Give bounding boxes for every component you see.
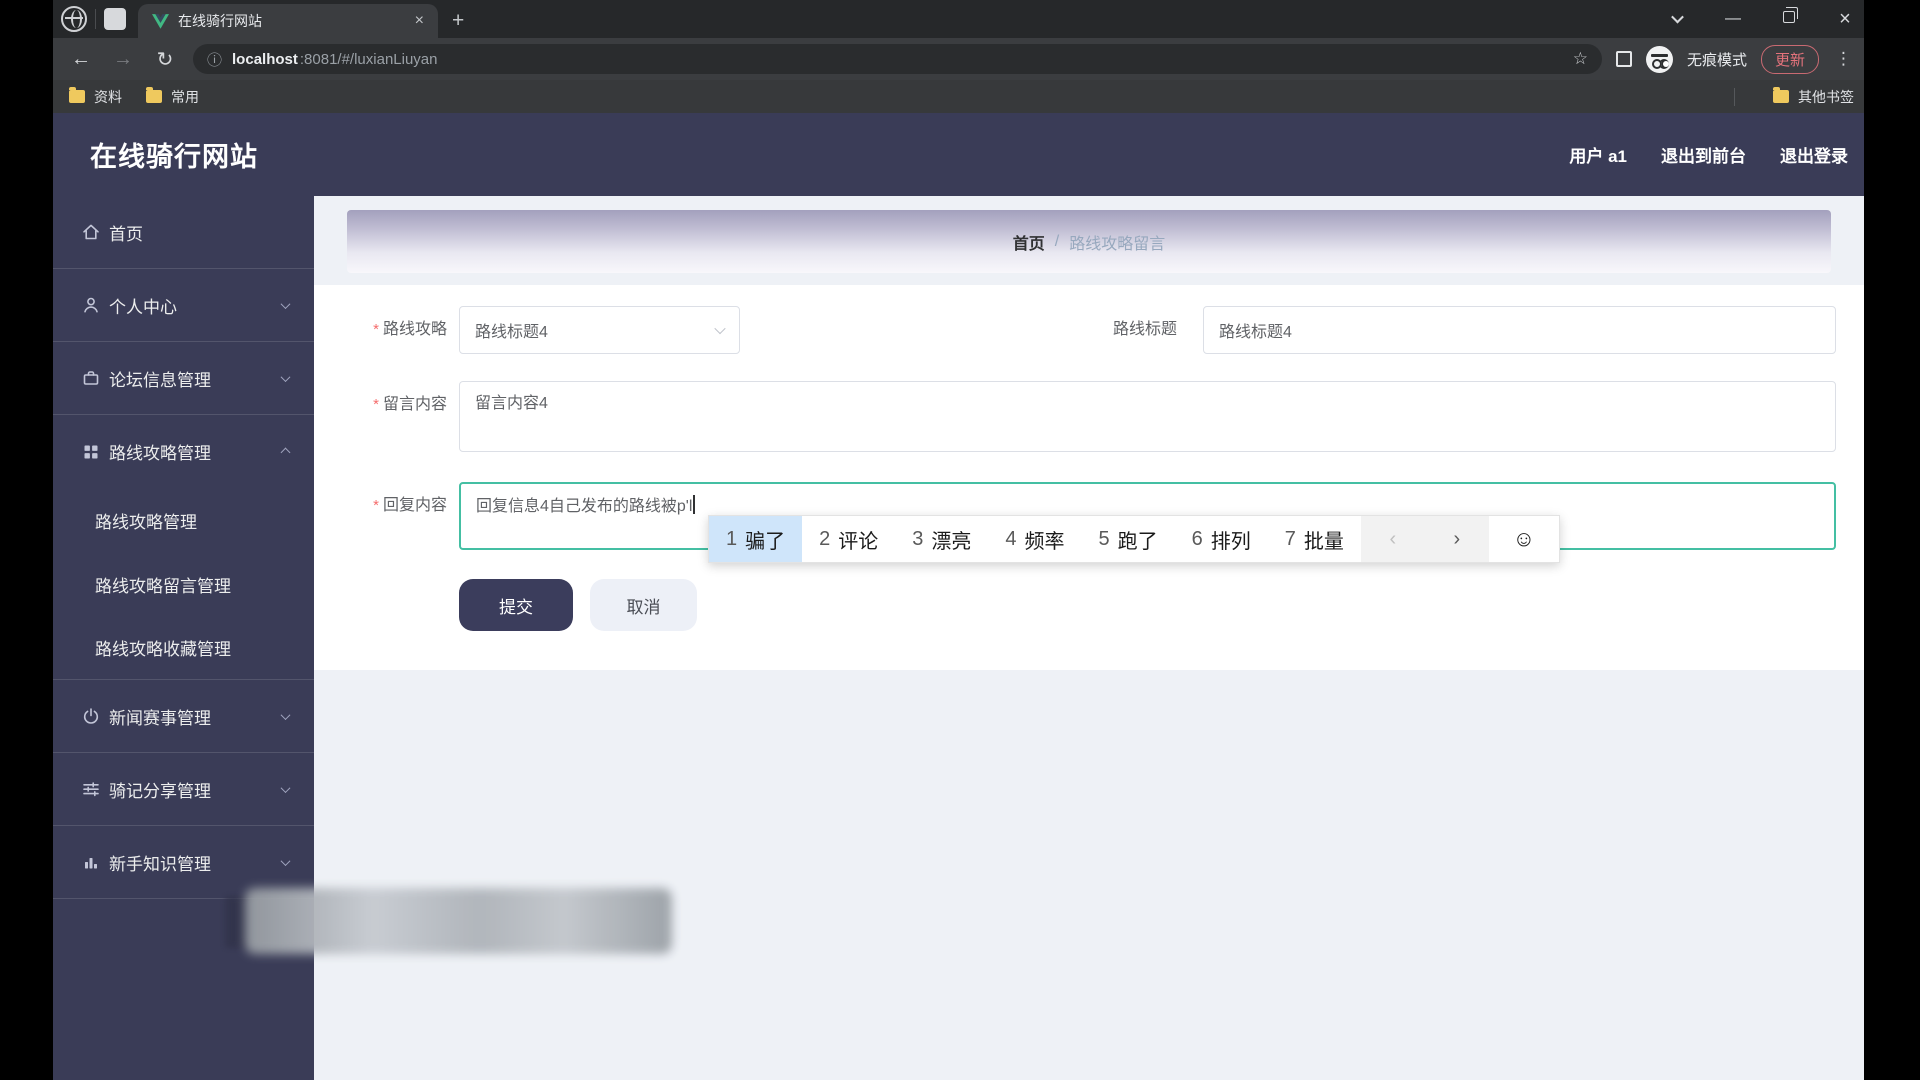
sidebar-subitem-route-message-manage[interactable]: 路线攻略留言管理 [53, 552, 314, 616]
other-bookmarks[interactable]: 其他书签 [1773, 87, 1854, 107]
chevron-down-icon [714, 323, 725, 334]
bar-chart-icon [82, 853, 100, 871]
tab-close-icon[interactable]: × [411, 13, 428, 29]
incognito-icon [1646, 46, 1673, 73]
header-exit-front-link[interactable]: 退出到前台 [1661, 142, 1746, 167]
ime-candidate[interactable]: 1骗了 [709, 516, 802, 562]
header-logout-link[interactable]: 退出登录 [1780, 142, 1848, 167]
route-field-label: *路线攻略 [314, 306, 447, 354]
ime-candidate[interactable]: 4频率 [988, 516, 1081, 562]
blurred-watermark [245, 888, 672, 954]
back-button[interactable]: ← [67, 48, 95, 71]
header-user-link[interactable]: 用户 a1 [1569, 142, 1627, 167]
sidebar-subitem-route-favorite-manage[interactable]: 路线攻略收藏管理 [53, 616, 314, 680]
window-menu-chevron[interactable] [1664, 10, 1690, 28]
tab-separator [95, 9, 96, 29]
chevron-down-icon [282, 369, 289, 387]
bookmarks-bar: 资料 常用 其他书签 [53, 80, 1864, 113]
cancel-button[interactable]: 取消 [590, 579, 697, 631]
window-minimize-button[interactable]: — [1720, 10, 1746, 28]
message-field-label: *留言内容 [314, 381, 447, 429]
bookmark-star-icon[interactable]: ☆ [1573, 49, 1588, 69]
incognito-label: 无痕模式 [1687, 49, 1747, 70]
route-select-value: 路线标题4 [475, 318, 548, 342]
vue-logo-icon [152, 14, 169, 29]
forward-button[interactable]: → [109, 48, 137, 71]
route-title-input[interactable]: 路线标题4 [1203, 306, 1836, 354]
breadcrumb-home[interactable]: 首页 [1013, 230, 1045, 254]
ime-candidate-bar: 1骗了 2评论 3漂亮 4频率 5跑了 6排列 [708, 515, 1560, 563]
breadcrumb-divider: / [1055, 233, 1059, 251]
sidebar-item-riding-share[interactable]: 骑记分享管理 [53, 753, 314, 826]
ime-candidate[interactable]: 7批量 [1268, 516, 1361, 562]
folder-icon [146, 90, 162, 103]
ime-next-page-icon[interactable]: › [1425, 516, 1489, 562]
pinned-tab-icon[interactable] [104, 8, 126, 30]
url-host: localhost [232, 51, 298, 68]
ime-composition-text: p'l [677, 498, 693, 515]
grid-icon [82, 443, 100, 461]
side-panel-icon[interactable] [1616, 51, 1632, 67]
bookmark-folder-changyong[interactable]: 常用 [146, 87, 199, 107]
route-title-label: 路线标题 [1014, 306, 1177, 354]
message-value: 留言内容4 [475, 395, 548, 412]
ime-candidate[interactable]: 5跑了 [1082, 516, 1175, 562]
user-icon [82, 296, 100, 314]
active-tab[interactable]: 在线骑行网站 × [138, 4, 438, 38]
home-icon [82, 223, 100, 241]
form-card: *路线攻略 路线标题4 路线标题 路线标题4 [314, 285, 1864, 670]
tab-strip: 在线骑行网站 × + — × [53, 0, 1864, 38]
message-textarea[interactable]: 留言内容4 [459, 381, 1836, 452]
bookmark-folder-ziliao[interactable]: 资料 [69, 87, 122, 107]
bookmarks-separator [1734, 88, 1735, 106]
ime-candidate[interactable]: 3漂亮 [895, 516, 988, 562]
route-title-value: 路线标题4 [1219, 318, 1292, 342]
briefcase-icon [82, 369, 100, 387]
tab-title: 在线骑行网站 [178, 11, 402, 31]
ime-prev-page-icon[interactable]: ‹ [1361, 516, 1425, 562]
web-page: 在线骑行网站 用户 a1 退出到前台 退出登录 首页 [53, 113, 1864, 1080]
window-close-button[interactable]: × [1832, 8, 1858, 31]
sidebar-item-forum-info[interactable]: 论坛信息管理 [53, 342, 314, 415]
sidebar-item-route-strategy[interactable]: 路线攻略管理 [53, 415, 314, 488]
sidebar-item-home[interactable]: 首页 [53, 196, 314, 269]
submit-button[interactable]: 提交 [459, 579, 573, 631]
chevron-up-icon [282, 443, 289, 461]
site-info-icon[interactable]: ⓘ [207, 49, 222, 70]
ime-emoji-icon[interactable]: ☺ [1489, 516, 1559, 562]
sidebar-subitem-route-manage[interactable]: 路线攻略管理 [53, 488, 314, 552]
sidebar-item-news-events[interactable]: 新闻赛事管理 [53, 680, 314, 753]
sidebar-item-personal-center[interactable]: 个人中心 [53, 269, 314, 342]
reload-button[interactable]: ↻ [151, 47, 179, 72]
address-bar[interactable]: ⓘ localhost :8081/#/luxianLiuyan ☆ [193, 44, 1602, 74]
url-path: :8081/#/luxianLiuyan [300, 51, 438, 68]
chevron-down-icon [282, 296, 289, 314]
update-button[interactable]: 更新 [1761, 45, 1819, 74]
chevron-down-icon [282, 780, 289, 798]
breadcrumb: 首页 / 路线攻略留言 [347, 210, 1831, 273]
text-caret [693, 495, 695, 514]
site-header: 在线骑行网站 用户 a1 退出到前台 退出登录 [53, 113, 1864, 196]
browser-logo-icon[interactable] [61, 6, 87, 32]
browser-menu-icon[interactable]: ⋮ [1833, 49, 1854, 69]
browser-toolbar: ← → ↻ ⓘ localhost :8081/#/luxianLiuyan ☆… [53, 38, 1864, 80]
ime-candidate[interactable]: 6排列 [1175, 516, 1268, 562]
site-title: 在线骑行网站 [90, 135, 258, 174]
ime-candidate[interactable]: 2评论 [802, 516, 895, 562]
power-icon [82, 707, 100, 725]
breadcrumb-current: 路线攻略留言 [1069, 230, 1165, 254]
reply-value: 回复信息4自己发布的路线被 [476, 498, 677, 515]
new-tab-button[interactable]: + [438, 4, 478, 38]
chevron-down-icon [282, 707, 289, 725]
window-restore-button[interactable] [1776, 10, 1802, 28]
screen: 在线骑行网站 × + — × ← → ↻ ⓘ localhost :8081/#… [0, 0, 1920, 1080]
browser-window: 在线骑行网站 × + — × ← → ↻ ⓘ localhost :8081/#… [53, 0, 1864, 1080]
folder-icon [1773, 90, 1789, 103]
reply-field-label: *回复内容 [314, 482, 447, 530]
sliders-icon [82, 780, 100, 798]
chevron-down-icon [282, 853, 289, 871]
folder-icon [69, 90, 85, 103]
route-select[interactable]: 路线标题4 [459, 306, 740, 354]
